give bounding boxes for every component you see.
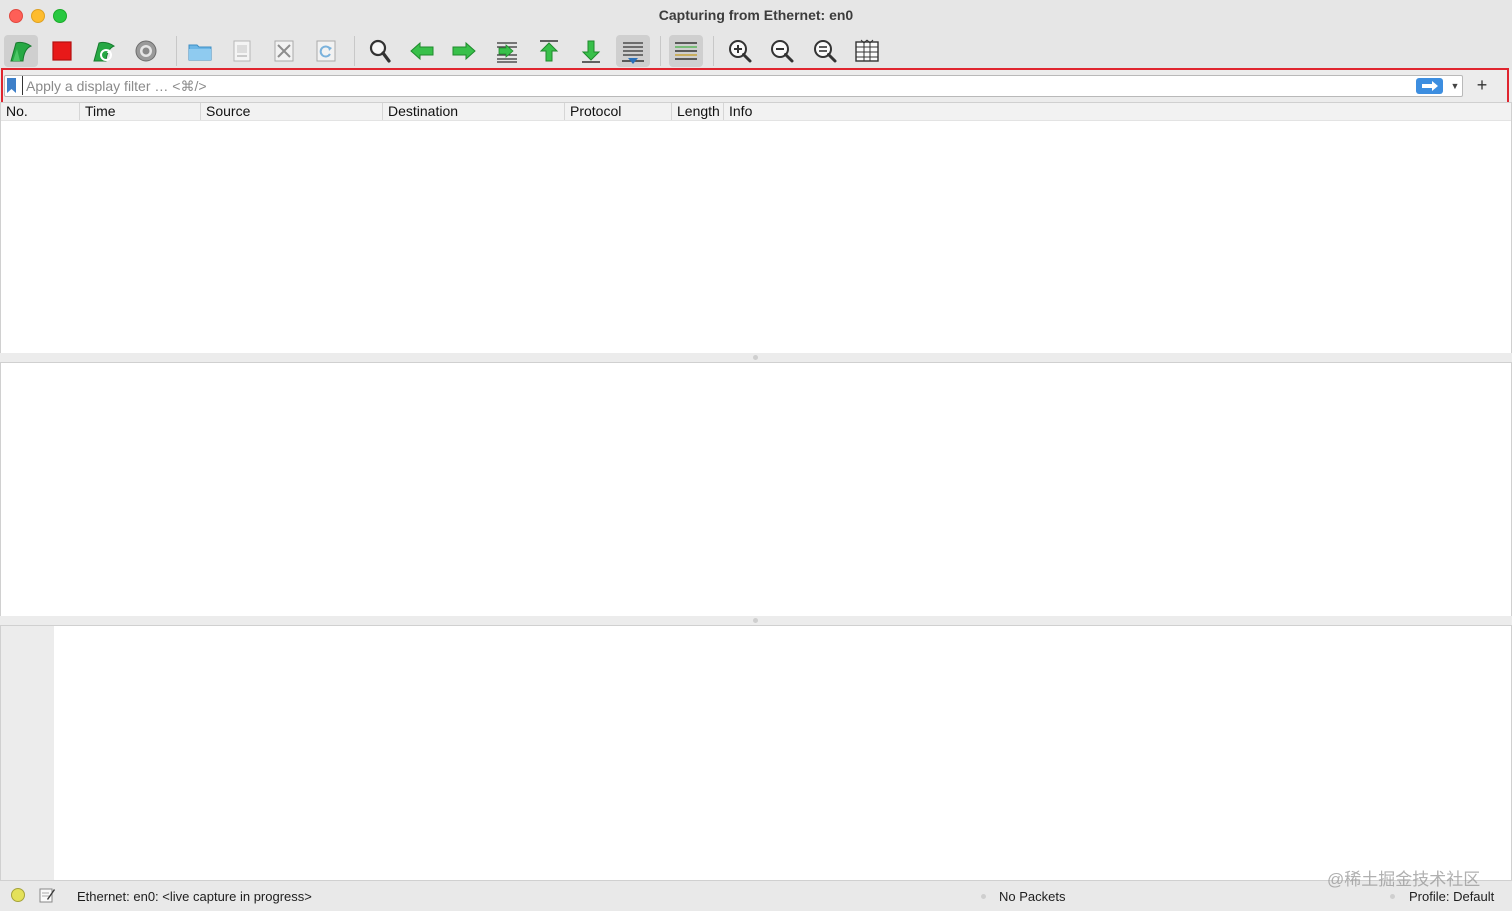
chevron-down-icon: ▼ [1450,81,1460,91]
zoom-in-icon [729,40,752,63]
main-toolbar [0,30,1512,70]
stop-square-icon [52,41,72,61]
find-packet-icon [369,39,391,63]
packet-list-pane[interactable]: No. Time Source Destination Protocol Len… [0,102,1512,354]
column-header-destination[interactable]: Destination [383,103,565,120]
splitter-handle [753,618,758,623]
last-packet-button[interactable] [574,35,608,67]
first-packet-button[interactable] [532,35,566,67]
packet-list-header: No. Time Source Destination Protocol Len… [1,103,1511,121]
column-header-no[interactable]: No. [1,103,80,120]
find-packet-button[interactable] [363,35,397,67]
profile-status-text[interactable]: Profile: Default [1409,889,1494,904]
close-file-icon [274,40,294,62]
add-filter-button[interactable]: + [1474,74,1490,96]
reload-file-icon [316,40,336,62]
column-header-info[interactable]: Info [724,103,1511,120]
column-header-source[interactable]: Source [201,103,383,120]
title-bar: Capturing from Ethernet: en0 [0,0,1512,30]
open-folder-icon [188,44,212,61]
auto-scroll-icon [622,42,644,64]
go-forward-button[interactable] [447,35,481,67]
first-packet-icon [539,40,559,62]
colorize-button[interactable] [669,35,703,67]
status-bar: Ethernet: en0: <live capture in progress… [0,880,1512,911]
pane-splitter[interactable] [0,616,1512,625]
toolbar-separator [354,36,355,66]
normal-size-icon [814,40,837,63]
toolbar-separator [660,36,661,66]
last-packet-icon [581,40,601,63]
toolbar-separator [176,36,177,66]
open-file-button[interactable] [183,35,217,67]
save-file-button[interactable] [225,35,259,67]
capture-status-text: Ethernet: en0: <live capture in progress… [77,889,312,904]
status-separator [1390,894,1395,899]
colorize-icon [675,42,697,60]
filter-history-dropdown[interactable]: ▼ [1448,78,1462,94]
packet-details-pane[interactable] [0,362,1512,618]
zoom-out-button[interactable] [765,35,799,67]
filter-bookmark-icon[interactable] [7,78,16,93]
auto-scroll-button[interactable] [616,35,650,67]
restart-capture-button[interactable] [87,35,121,67]
shark-fin-start-icon [10,41,33,62]
pane-splitter[interactable] [0,353,1512,362]
packets-status-text: No Packets [999,889,1066,904]
column-header-time[interactable]: Time [80,103,201,120]
normal-size-button[interactable] [808,35,842,67]
start-capture-button[interactable] [4,35,38,67]
apply-filter-button[interactable] [1416,78,1443,94]
bytes-offset-gutter [1,626,54,880]
go-back-button[interactable] [405,35,439,67]
display-filter-input[interactable] [22,76,1411,95]
restart-capture-icon [93,41,116,62]
capture-options-button[interactable] [129,35,163,67]
apply-arrow-icon [1422,81,1438,91]
reload-file-button[interactable] [309,35,343,67]
zoom-out-icon [771,40,794,63]
window-title: Capturing from Ethernet: en0 [658,7,854,23]
resize-columns-icon [855,39,879,62]
go-forward-arrow-icon [452,41,476,61]
splitter-handle [753,355,758,360]
expert-info-led-icon[interactable] [11,888,25,902]
watermark-text: @稀土掘金技术社区 [1327,870,1481,889]
zoom-in-button[interactable] [723,35,757,67]
status-separator [981,894,986,899]
go-to-packet-icon [497,42,517,63]
capture-comment-icon[interactable] [38,886,56,904]
toolbar-separator [713,36,714,66]
stop-capture-button[interactable] [45,35,79,67]
go-back-arrow-icon [410,41,434,61]
packet-bytes-pane[interactable] [0,625,1512,881]
close-file-button[interactable] [267,35,301,67]
go-to-packet-button[interactable] [490,35,524,67]
column-header-length[interactable]: Length [672,103,724,120]
capture-options-gear-icon [135,40,157,62]
column-header-protocol[interactable]: Protocol [565,103,672,120]
resize-columns-button[interactable] [850,35,884,67]
save-file-icon [233,40,251,62]
